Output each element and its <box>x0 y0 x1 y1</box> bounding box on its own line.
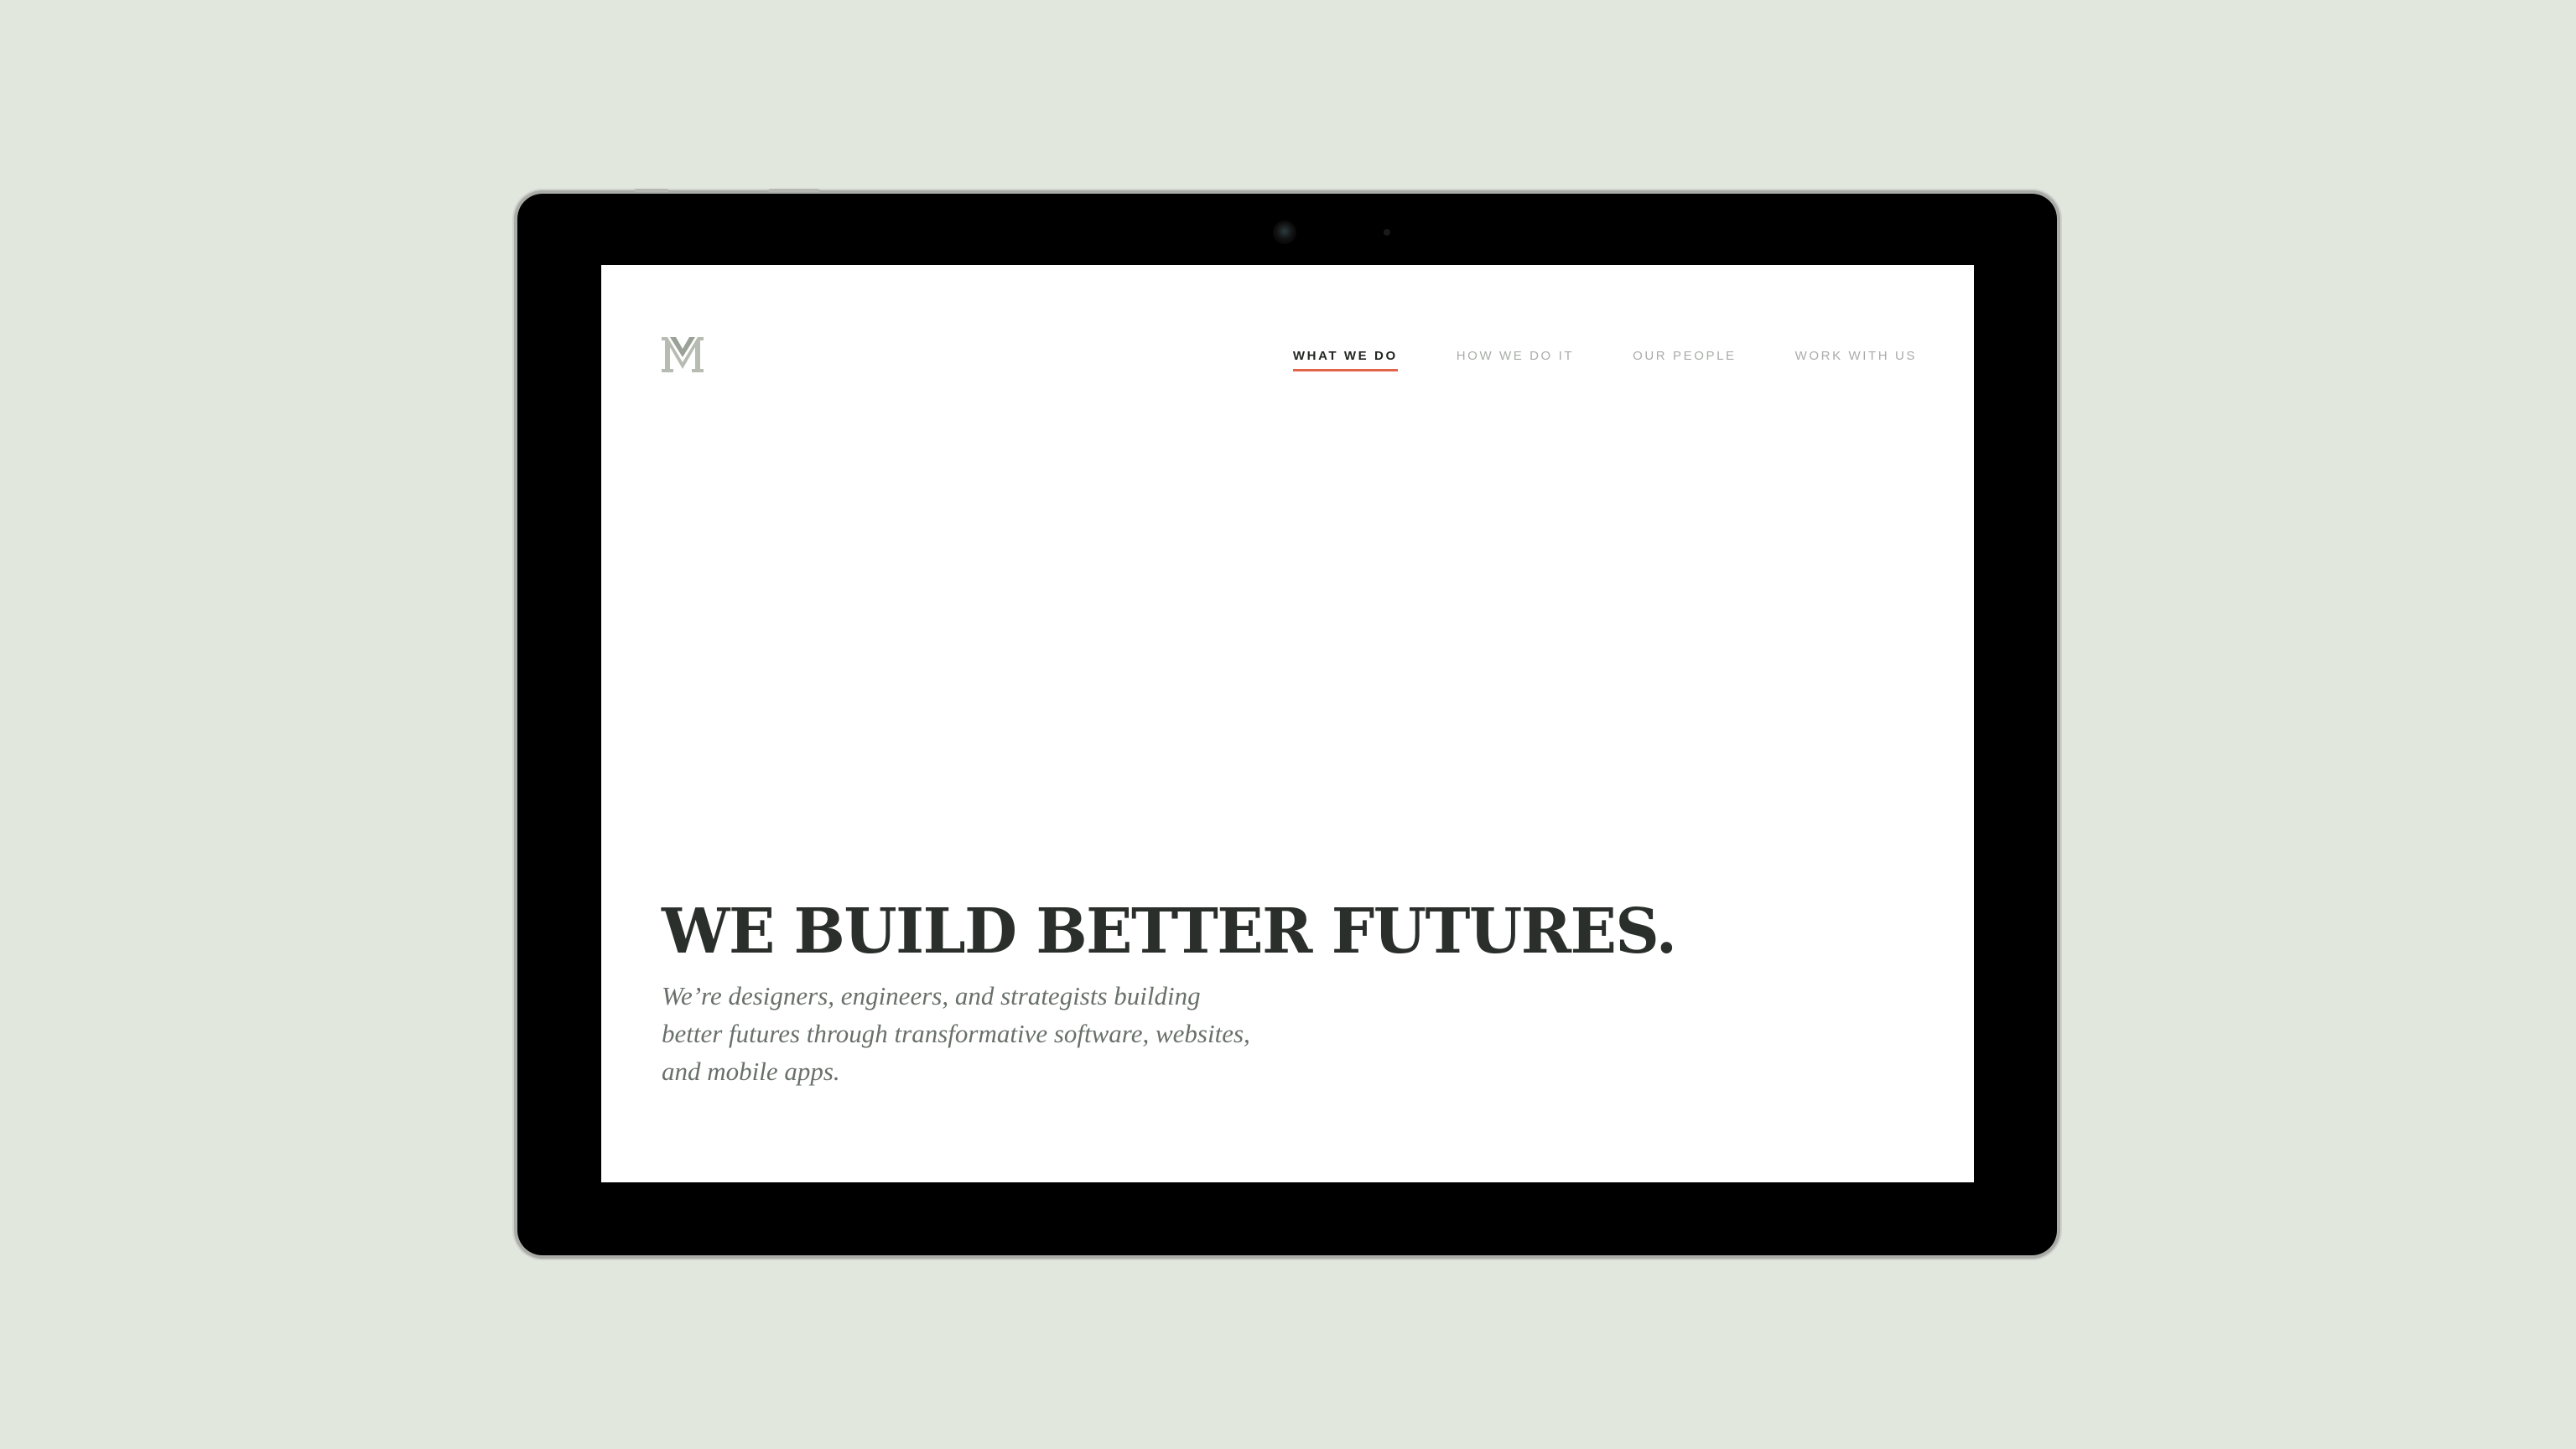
nav-work-with-us[interactable]: WORK WITH US <box>1795 349 1917 371</box>
camera-icon <box>1275 222 1295 242</box>
tablet-device: WHAT WE DO HOW WE DO IT OUR PEOPLE WORK … <box>517 189 2057 1255</box>
background-stage: WHAT WE DO HOW WE DO IT OUR PEOPLE WORK … <box>0 0 2576 1449</box>
nav-our-people[interactable]: OUR PEOPLE <box>1633 349 1737 371</box>
main-nav: WHAT WE DO HOW WE DO IT OUR PEOPLE WORK … <box>1292 349 1917 371</box>
nav-what-we-do[interactable]: WHAT WE DO <box>1292 349 1398 371</box>
website-screen: WHAT WE DO HOW WE DO IT OUR PEOPLE WORK … <box>601 265 1974 1182</box>
hero-subtitle: We’re designers, engineers, and strategi… <box>662 981 1250 1086</box>
monogram-logo-icon[interactable] <box>662 335 704 374</box>
power-button <box>769 189 819 192</box>
sensor-icon <box>1384 229 1390 236</box>
nav-how-we-do-it[interactable]: HOW WE DO IT <box>1457 349 1574 371</box>
volume-button <box>635 189 668 192</box>
hero-title: WE BUILD BETTER FUTURES. <box>662 896 1677 968</box>
